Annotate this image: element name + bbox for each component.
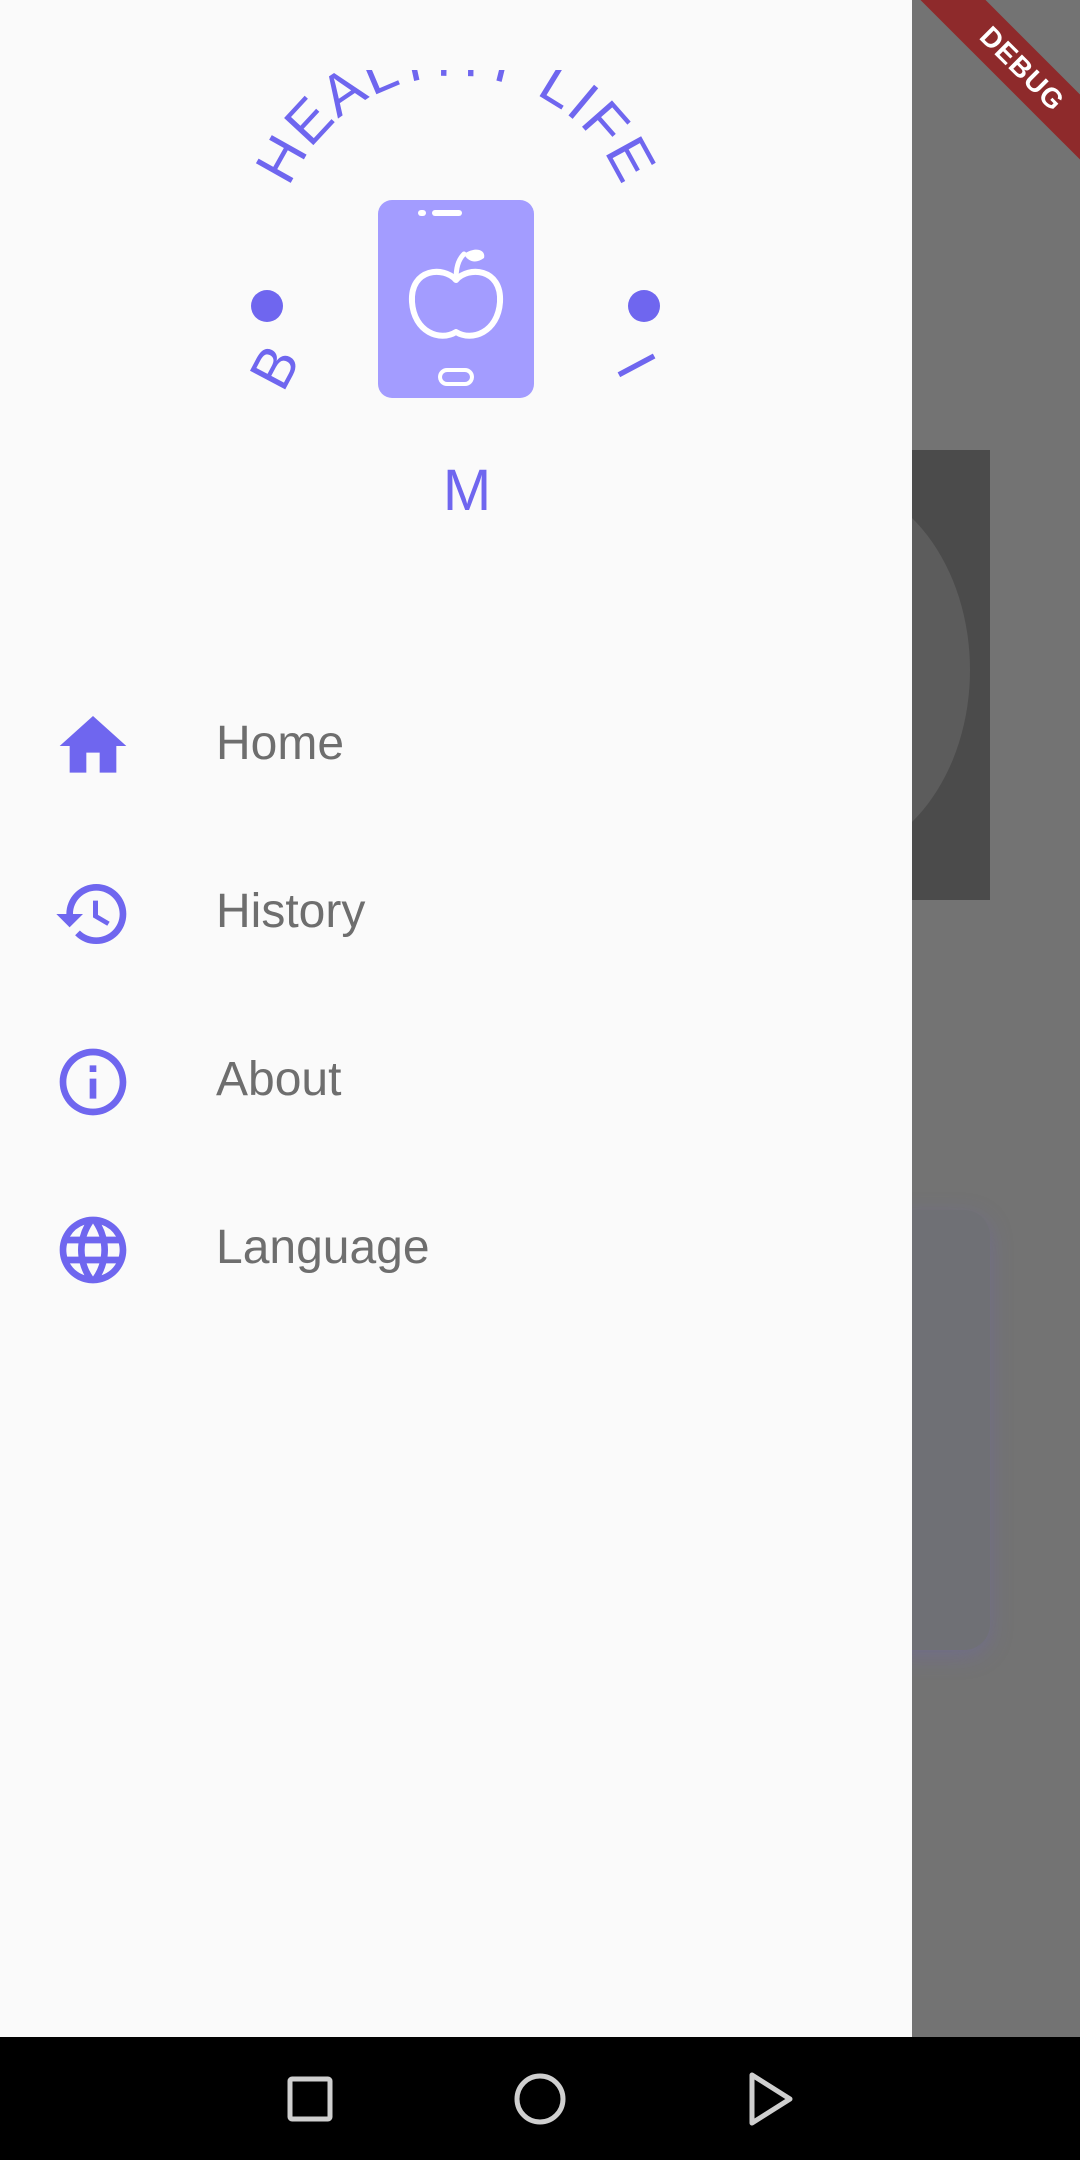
logo-dot-right	[628, 290, 660, 322]
drawer-item-home[interactable]: Home	[0, 660, 912, 828]
debug-banner: DEBUG	[900, 0, 1080, 180]
home-circle-icon	[514, 2073, 566, 2125]
home-icon	[53, 706, 133, 786]
system-home-button[interactable]	[506, 2065, 574, 2133]
debug-banner-label: DEBUG	[913, 0, 1080, 178]
drawer-item-language[interactable]: Language	[0, 1164, 912, 1332]
drawer-item-label: Home	[216, 717, 345, 770]
logo-dot-left	[251, 290, 283, 322]
logo-arc-text: HEALTHY LIFE	[243, 70, 669, 193]
history-icon	[53, 874, 133, 954]
globe-icon	[53, 1210, 133, 1290]
back-triangle-icon	[749, 2072, 793, 2126]
phone-apple-icon	[378, 200, 534, 398]
system-navigation-bar	[0, 2037, 1080, 2160]
recents-square-icon	[287, 2076, 333, 2122]
drawer-item-label: Language	[216, 1221, 430, 1274]
drawer-item-label: History	[216, 885, 366, 938]
logo-letter-right: I	[604, 343, 670, 390]
logo-letter-left: B	[237, 333, 313, 399]
navigation-drawer: HEALTHY LIFE B I M	[0, 0, 912, 2037]
drawer-item-about[interactable]: About	[0, 996, 912, 1164]
info-icon	[53, 1042, 133, 1122]
back-button[interactable]	[736, 2065, 804, 2133]
app-logo: HEALTHY LIFE B I M	[232, 70, 680, 540]
recents-button[interactable]	[276, 2065, 344, 2133]
logo-letter-bottom: M	[443, 458, 493, 523]
drawer-item-label: About	[216, 1053, 342, 1106]
drawer-item-history[interactable]: History	[0, 828, 912, 996]
drawer-menu: Home History About Language	[0, 660, 912, 1332]
